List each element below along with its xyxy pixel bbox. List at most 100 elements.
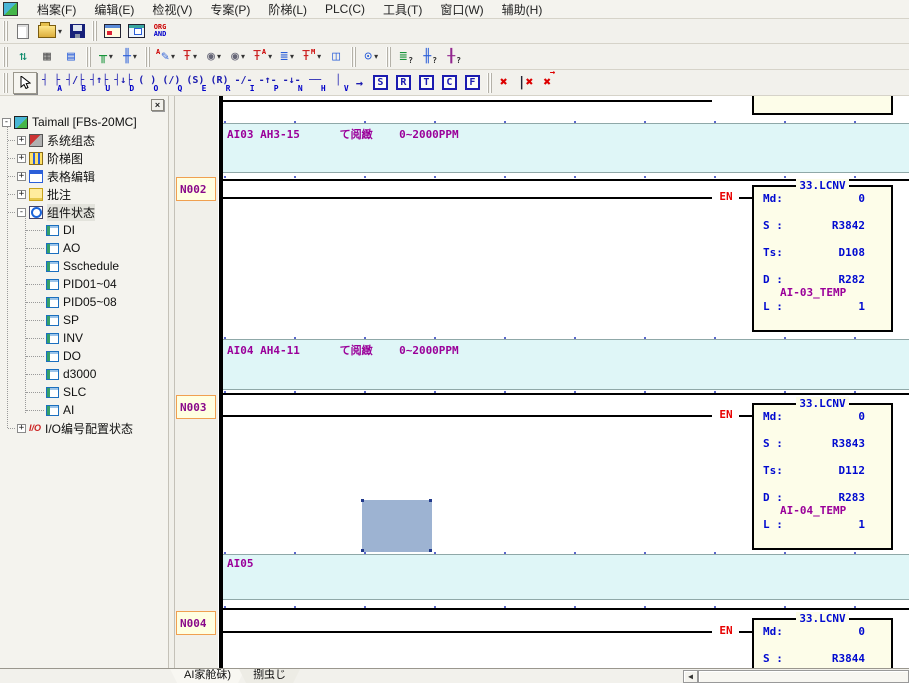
contact-a-button[interactable]: ┤ ├A <box>39 72 63 93</box>
register-book-button[interactable]: ▤ <box>59 46 83 68</box>
horizontal-scrollbar[interactable]: ◀ <box>683 670 909 683</box>
contact-d-button[interactable]: ┤↓├D <box>111 72 135 93</box>
toolbar-grip[interactable] <box>92 21 97 41</box>
toolbar-grip[interactable] <box>3 21 8 41</box>
expand-icon[interactable]: + <box>17 424 26 433</box>
monitor-off-button[interactable]: ◉▾ <box>202 46 226 68</box>
syntax-check-button[interactable]: ≣? <box>394 46 418 68</box>
param-value[interactable]: 0 <box>858 410 865 423</box>
coil-o-button[interactable]: ( )O <box>135 72 159 93</box>
tree-leaf-pid05-08[interactable]: PID05~08 <box>0 293 168 311</box>
project-org-button[interactable]: ╥▾ <box>94 46 118 68</box>
function-f-button[interactable]: F <box>465 75 480 90</box>
chevron-down-icon[interactable]: ▾ <box>290 52 294 61</box>
chevron-down-icon[interactable]: ▾ <box>58 27 62 36</box>
scroll-left-button[interactable]: ◀ <box>683 670 698 683</box>
menu-item-plc[interactable]: PLC(C) <box>316 0 374 18</box>
toolbar-grip[interactable] <box>3 47 8 67</box>
param-value[interactable]: 1 <box>858 518 865 531</box>
chevron-down-icon[interactable]: ▾ <box>193 52 197 61</box>
tab-subroutine[interactable]: 捌虫じ <box>239 669 300 683</box>
tree-leaf-di[interactable]: DI <box>0 221 168 239</box>
component-edit-button[interactable]: A✎▾ <box>153 46 178 68</box>
menu-item-tools[interactable]: 工具(T) <box>374 0 431 18</box>
chevron-down-icon[interactable]: ▾ <box>317 52 321 61</box>
collapse-icon[interactable]: - <box>17 208 26 217</box>
rising-edge-button[interactable]: -↑-P <box>256 72 280 93</box>
function-t-button[interactable]: T <box>419 75 434 90</box>
chevron-down-icon[interactable]: ▾ <box>217 52 221 61</box>
param-value[interactable]: R3843 <box>832 437 865 450</box>
expand-icon[interactable]: + <box>17 136 26 145</box>
find-button[interactable]: ⊙▾ <box>359 46 383 68</box>
ladder-editor[interactable]: AI03 AH3-15 て阅緻 0~2000PPM N002 EN 33.LCN… <box>175 96 909 668</box>
tree-leaf-pid01-04[interactable]: PID01~04 <box>0 275 168 293</box>
tree-node-comment[interactable]: + 批注 <box>0 185 168 203</box>
function-block-lcnv-3[interactable]: 33.LCNV Md:0 S :R3844 <box>752 618 893 668</box>
open-file-button[interactable]: ▾ <box>35 20 65 42</box>
expand-icon[interactable]: + <box>17 154 26 163</box>
tab-ai[interactable]: AI家舱砞) <box>170 669 245 683</box>
scrollbar-thumb[interactable] <box>698 670 909 683</box>
param-value[interactable]: R3844 <box>832 652 865 665</box>
table-edit-button[interactable]: ◫ <box>324 46 348 68</box>
delete-network-button[interactable]: ✖→ <box>543 76 551 89</box>
monitor-on-button[interactable]: ◉▾ <box>226 46 250 68</box>
tree-leaf-slc[interactable]: SLC <box>0 383 168 401</box>
toolbar-grip[interactable] <box>3 73 8 93</box>
inverse-button[interactable]: -/-I <box>232 72 256 93</box>
param-value[interactable]: 1 <box>858 300 865 313</box>
coil-q-button[interactable]: (/)Q <box>159 72 183 93</box>
tree-node-io-status[interactable]: + I/O I/O编号配置状态 <box>0 419 168 437</box>
probe-button[interactable]: Ŧ▾ <box>178 46 202 68</box>
param-value[interactable]: R282 <box>839 273 866 286</box>
function-block-lcnv-2[interactable]: 33.LCNV Md:0 S :R3843 Ts:D112 D :R283 AI… <box>752 403 893 550</box>
ladder-view-button[interactable]: ╫▾ <box>118 46 142 68</box>
tree-leaf-ai[interactable]: AI <box>0 401 168 419</box>
param-value[interactable]: D112 <box>839 464 866 477</box>
falling-edge-button[interactable]: -↓-N <box>280 72 304 93</box>
vertical-line-button[interactable]: │V <box>327 72 350 93</box>
function-block-partial-top[interactable] <box>752 96 893 115</box>
menu-item-window[interactable]: 窗口(W) <box>431 0 492 18</box>
param-value[interactable]: D108 <box>839 246 866 259</box>
param-value[interactable]: 0 <box>858 625 865 638</box>
tree-node-system-config[interactable]: + 系统组态 <box>0 131 168 149</box>
save-button[interactable] <box>65 20 89 42</box>
toolbar-grip[interactable] <box>145 47 150 67</box>
tree-node-component-status[interactable]: - 组件状态 <box>0 203 168 221</box>
coil-set-button[interactable]: (S)E <box>183 72 207 93</box>
selection-cursor[interactable] <box>362 500 432 552</box>
function-c-button[interactable]: C <box>442 75 457 90</box>
table-window-button[interactable] <box>124 20 148 42</box>
menu-item-file[interactable]: 档案(F) <box>28 0 85 18</box>
menu-item-project[interactable]: 专案(P) <box>201 0 259 18</box>
apply-arrow-button[interactable]: → <box>356 77 363 89</box>
chevron-down-icon[interactable]: ▾ <box>241 52 245 61</box>
contact-b-button[interactable]: ┤/├B <box>63 72 87 93</box>
tree-leaf-sschedule[interactable]: Sschedule <box>0 257 168 275</box>
tree-leaf-ao[interactable]: AO <box>0 239 168 257</box>
new-file-button[interactable] <box>11 20 35 42</box>
comment-row-ai04[interactable]: AI04 AH4-11 て阅緻 0~2000PPM <box>223 339 909 390</box>
menu-item-edit[interactable]: 编辑(E) <box>85 0 143 18</box>
transfer-button[interactable]: ⇅ <box>11 46 35 68</box>
toolbar-grip[interactable] <box>386 47 391 67</box>
panel-splitter[interactable] <box>168 96 175 668</box>
ladder-window-button[interactable] <box>100 20 124 42</box>
org-and-button[interactable]: ORGAND <box>148 20 172 42</box>
close-panel-button[interactable]: × <box>151 99 164 111</box>
delete-element-button[interactable]: ✖ <box>500 76 508 89</box>
function-block-lcnv-1[interactable]: 33.LCNV Md:0 S :R3842 Ts:D108 D :R282 AI… <box>752 185 893 332</box>
contact-u-button[interactable]: ┤↑├U <box>87 72 111 93</box>
network-label-n003[interactable]: N003 <box>176 395 216 419</box>
param-value[interactable]: R283 <box>839 491 866 504</box>
param-value[interactable]: R3842 <box>832 219 865 232</box>
collapse-icon[interactable]: - <box>2 118 11 127</box>
horizontal-line-button[interactable]: ──H <box>304 72 327 93</box>
param-value[interactable]: 0 <box>858 192 865 205</box>
chevron-down-icon[interactable]: ▾ <box>171 52 175 61</box>
contact-check-button[interactable]: ╂? <box>442 46 466 68</box>
comment-row-ai03[interactable]: AI03 AH3-15 て阅緻 0~2000PPM <box>223 123 909 173</box>
toolbar-grip[interactable] <box>351 47 356 67</box>
